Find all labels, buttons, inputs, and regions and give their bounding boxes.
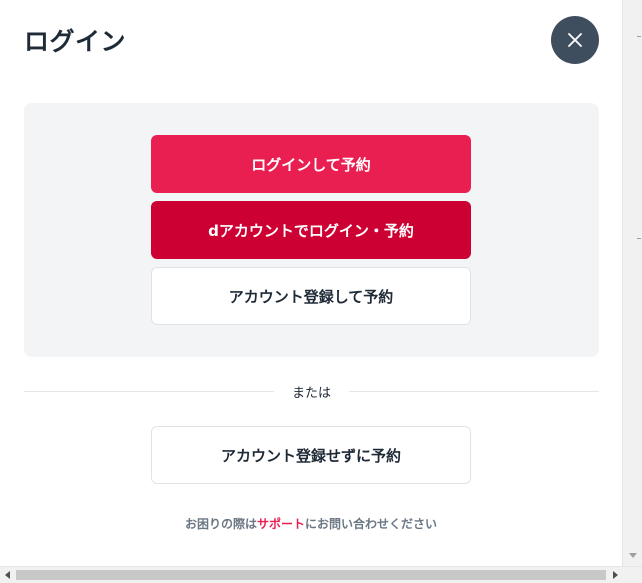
scroll-marker	[637, 36, 641, 37]
divider-line-left	[24, 391, 274, 392]
vertical-scrollbar[interactable]	[622, 0, 642, 566]
scroll-marker	[637, 238, 641, 239]
register-and-reserve-button[interactable]: アカウント登録して予約	[151, 267, 471, 325]
close-icon	[568, 33, 582, 47]
divider-line-right	[349, 391, 599, 392]
login-and-reserve-button[interactable]: ログインして予約	[151, 135, 471, 193]
divider-text: または	[291, 386, 331, 401]
scroll-left-arrow-icon[interactable]	[5, 571, 10, 579]
help-text-prefix: お困りの際は	[184, 517, 257, 531]
help-text: お困りの際はサポートにお問い合わせください	[0, 515, 622, 532]
modal-title: ログイン	[24, 27, 127, 56]
horizontal-scroll-thumb[interactable]	[16, 570, 606, 580]
horizontal-scrollbar[interactable]	[0, 566, 642, 583]
help-text-suffix: にお問い合わせください	[305, 517, 438, 531]
daccount-login-button[interactable]: dアカウントでログイン・予約	[151, 201, 471, 259]
login-modal: ログイン ログインして予約 dアカウントでログイン・予約 アカウント登録して予約…	[0, 0, 642, 583]
reserve-without-account-button[interactable]: アカウント登録せずに予約	[151, 426, 471, 484]
close-button[interactable]	[551, 16, 599, 64]
scroll-down-arrow-icon[interactable]	[629, 553, 637, 558]
scroll-right-arrow-icon[interactable]	[613, 571, 618, 579]
support-link[interactable]: サポート	[257, 517, 305, 531]
